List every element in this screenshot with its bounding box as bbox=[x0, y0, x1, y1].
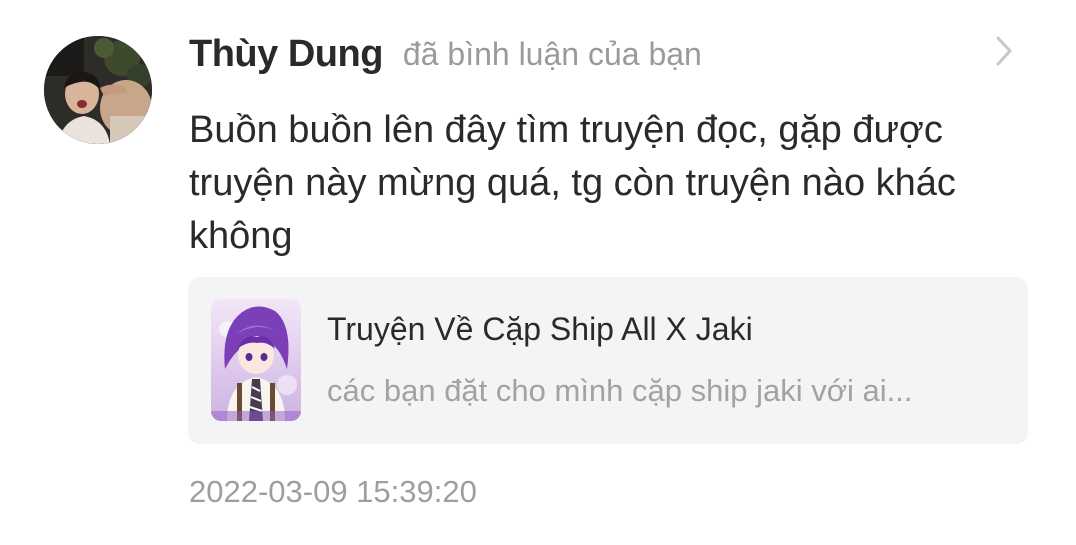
avatar[interactable] bbox=[44, 36, 152, 144]
story-card[interactable]: Truyện Về Cặp Ship All X Jaki các bạn đặ… bbox=[188, 277, 1028, 444]
story-description: các bạn đặt cho mình cặp ship jaki với a… bbox=[327, 373, 913, 408]
action-text: đã bình luận của bạn bbox=[402, 35, 702, 72]
notification-header: Thùy Dung đã bình luận của bạn bbox=[189, 26, 702, 82]
user-name[interactable]: Thùy Dung bbox=[189, 33, 383, 76]
story-cover-image bbox=[211, 299, 301, 421]
comment-text: Buồn buồn lên đây tìm truyện đọc, gặp đư… bbox=[189, 109, 956, 257]
timestamp: 2022-03-09 15:39:20 bbox=[189, 474, 477, 509]
comment-notification[interactable]: Thùy Dung đã bình luận của bạn Buồn buồn… bbox=[0, 0, 1076, 545]
story-title[interactable]: Truyện Về Cặp Ship All X Jaki bbox=[327, 311, 753, 348]
chevron-right-icon[interactable] bbox=[988, 34, 1018, 68]
